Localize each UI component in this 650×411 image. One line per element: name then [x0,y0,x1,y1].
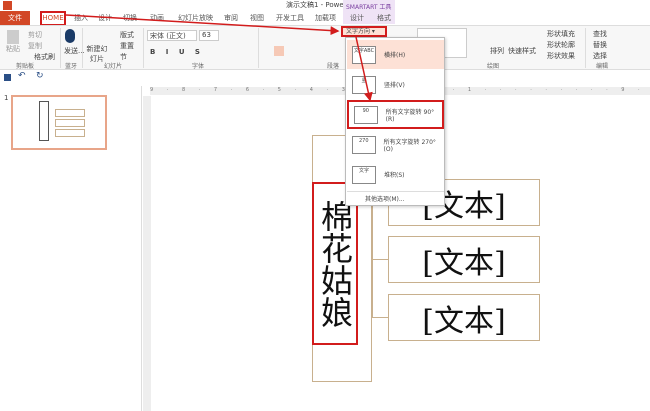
annotation-arrows [65,14,373,102]
arrow-home-to-text-direction [65,14,340,36]
arrow-to-rotate-90 [355,36,373,102]
